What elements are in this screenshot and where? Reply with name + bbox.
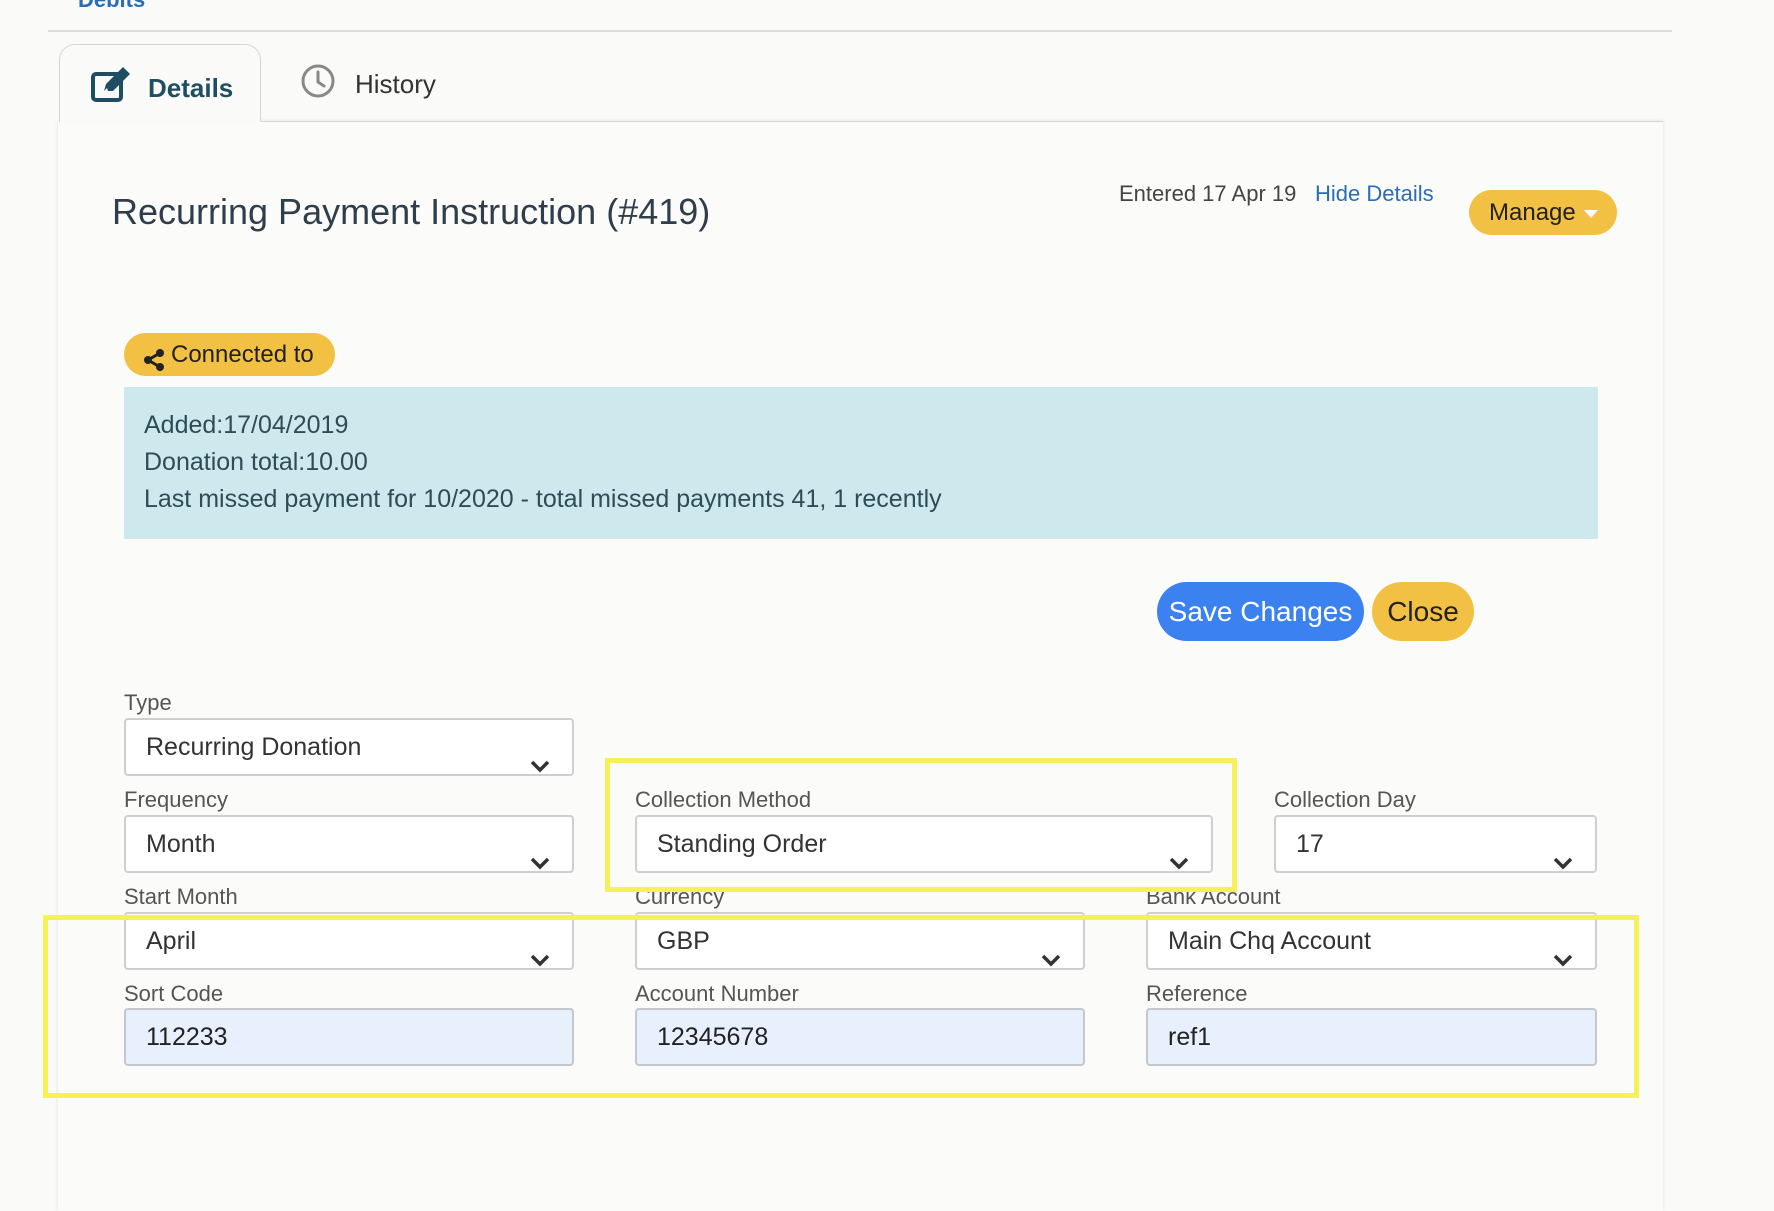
collection-day-value: 17 [1296,830,1324,858]
breadcrumb-debits-link[interactable]: Debits [78,0,145,14]
collection-day-label: Collection Day [1274,787,1416,812]
entered-date: Entered 17 Apr 19 [1119,181,1297,206]
type-label: Type [124,690,172,715]
info-donation-total: Donation total:10.00 [144,448,368,476]
chevron-down-icon [530,738,550,792]
connected-label: Connected to [171,341,314,368]
bank-details-highlight [43,915,1639,1098]
type-value: Recurring Donation [146,733,362,761]
clock-icon [300,63,336,104]
chevron-down-icon [1553,835,1573,889]
hide-details-link[interactable]: Hide Details [1315,181,1434,207]
connected-to-badge[interactable]: Connected to [124,333,335,376]
chevron-down-icon [530,835,550,889]
frequency-label: Frequency [124,787,228,812]
info-added: Added:17/04/2019 [144,411,349,439]
close-button[interactable]: Close [1372,582,1474,641]
manage-dropdown-button[interactable]: Manage [1469,190,1617,235]
header-divider [48,30,1672,32]
tab-details[interactable]: Details [59,44,261,122]
start-month-label: Start Month [124,884,238,909]
edit-icon [90,67,132,108]
page-title: Recurring Payment Instruction (#419) [112,191,711,232]
collection-method-highlight [605,758,1237,892]
type-select[interactable]: Recurring Donation [124,718,574,776]
tab-details-label: Details [148,73,234,103]
share-icon [142,343,166,386]
manage-label: Manage [1489,199,1576,226]
caret-down-icon [1583,209,1598,218]
collection-day-select[interactable]: 17 [1274,815,1597,873]
info-alert: Added:17/04/2019 Donation total:10.00 La… [124,387,1598,539]
frequency-value: Month [146,830,216,858]
info-missed-payments: Last missed payment for 10/2020 - total … [144,485,942,513]
frequency-select[interactable]: Month [124,815,574,873]
save-changes-button[interactable]: Save Changes [1157,582,1364,641]
tab-divider [59,121,1663,122]
tab-history-label: History [355,69,436,99]
